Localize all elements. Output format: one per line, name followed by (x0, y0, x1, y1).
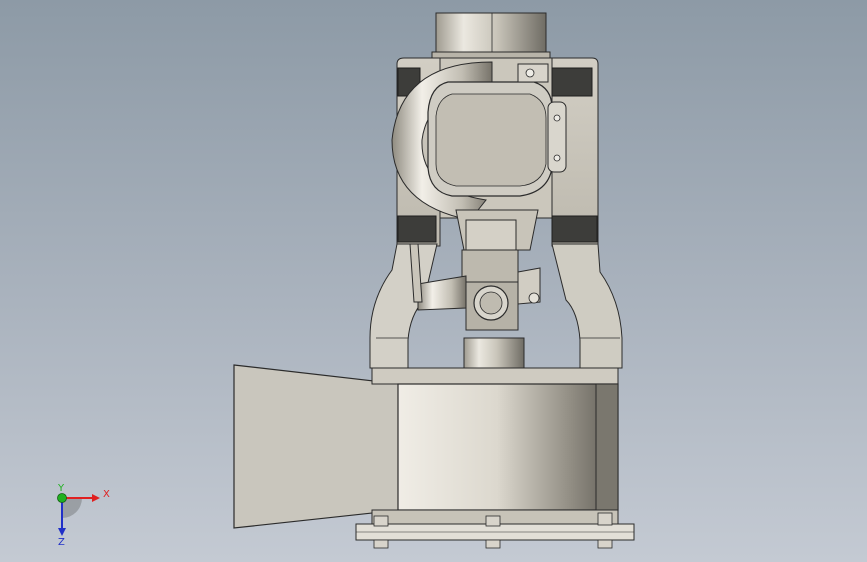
x-arrowhead-icon (92, 494, 100, 502)
lower-band-right (551, 215, 598, 243)
z-axis-label: Z (58, 537, 65, 548)
top-cylinder[interactable] (431, 12, 551, 61)
reference-triad: X Y Z (57, 483, 110, 548)
y-axis-label: Y (57, 483, 65, 494)
right-arm[interactable] (551, 243, 623, 369)
lower-band-left (397, 215, 437, 243)
upper-band-right (551, 67, 593, 97)
center-post[interactable] (463, 337, 525, 369)
z-arrowhead-icon (58, 528, 66, 536)
x-axis-label: X (103, 489, 110, 500)
model-canvas[interactable]: X Y Z (0, 0, 867, 562)
funnel-scoop[interactable] (233, 364, 401, 529)
graphics-viewport[interactable]: X Y Z (0, 0, 867, 562)
drum-base[interactable] (371, 367, 619, 525)
y-axis-dot-icon (57, 493, 67, 503)
